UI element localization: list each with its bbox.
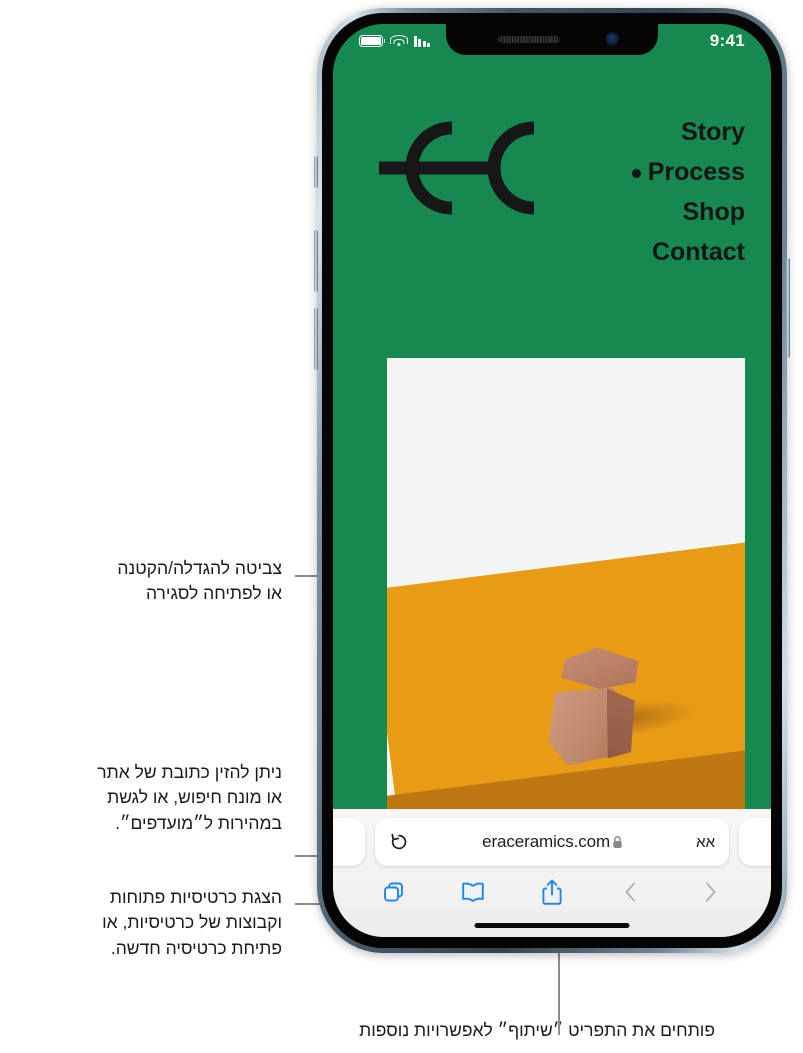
url-display[interactable]: eraceramics.com <box>409 832 696 852</box>
clay-block <box>545 647 645 766</box>
volume-up-button[interactable] <box>314 230 318 292</box>
nav-label-process: Process <box>647 158 745 186</box>
wifi-icon <box>389 34 408 48</box>
iphone-device: Story Process Shop Contact 9:41 eraceram… <box>314 8 790 953</box>
device-bezel: Story Process Shop Contact 9:41 eraceram… <box>322 13 782 948</box>
reload-icon[interactable] <box>389 832 409 852</box>
callout-share-button: פותחים את התפריט ״שיתוף״ לאפשרויות נוספו… <box>359 1020 715 1040</box>
safari-bottom-chrome: eraceramics.com אא <box>333 809 771 937</box>
safari-tab-strip: eraceramics.com אא <box>333 818 771 866</box>
tabs-button[interactable] <box>379 877 409 907</box>
nav-label-shop: Shop <box>682 198 746 226</box>
nav-item-process[interactable]: Process <box>631 152 745 192</box>
callout-address-field: ניתן להזין כתובת של אתר או מונח חיפוש, א… <box>97 762 282 833</box>
status-bar-clock: 9:41 <box>709 31 745 50</box>
battery-icon <box>359 35 386 47</box>
volume-down-button[interactable] <box>314 308 318 370</box>
chevron-right-icon <box>705 882 716 902</box>
nav-label-story: Story <box>681 118 745 146</box>
share-icon <box>542 879 562 905</box>
forward-button[interactable] <box>695 877 725 907</box>
nav-item-story[interactable]: Story <box>632 112 745 152</box>
front-camera-icon <box>605 32 620 47</box>
address-bar[interactable]: eraceramics.com אא <box>375 818 729 866</box>
site-header: Story Process Shop Contact <box>333 80 771 266</box>
lock-icon <box>612 835 623 849</box>
tabs-icon <box>384 882 404 902</box>
bookmarks-button[interactable] <box>458 877 488 907</box>
url-text: eraceramics.com <box>482 832 611 851</box>
silence-switch[interactable] <box>314 156 318 188</box>
site-navigation: Story Process Shop Contact <box>631 112 746 272</box>
nav-label-contact: Contact <box>651 238 745 266</box>
device-screen: Story Process Shop Contact 9:41 eraceram… <box>333 24 771 937</box>
back-button[interactable] <box>616 877 646 907</box>
tab-card-previous[interactable] <box>333 818 365 866</box>
clay-face-right <box>606 688 635 759</box>
book-icon <box>462 882 484 903</box>
safari-toolbar <box>333 871 771 913</box>
nav-item-contact[interactable]: Contact <box>632 232 745 272</box>
clay-face-left <box>548 687 615 766</box>
power-button[interactable] <box>786 258 790 358</box>
nav-active-bullet-icon <box>631 168 641 178</box>
nav-item-shop[interactable]: Shop <box>632 192 746 232</box>
cellular-signal-icon <box>414 35 431 47</box>
eraceramics-logo-icon[interactable] <box>374 118 549 218</box>
webpage-content: Story Process Shop Contact <box>333 24 771 937</box>
earpiece-speaker-icon <box>498 36 560 43</box>
home-indicator[interactable] <box>474 923 630 928</box>
callout-tabs-button: הצגת כרטיסיות פתוחות וקבוצות של כרטיסיות… <box>102 887 282 958</box>
share-button[interactable] <box>537 877 567 907</box>
chevron-left-icon <box>625 882 635 902</box>
callout-pinch-to-zoom: צביטה להגדלה/הקטנה או לפתיחה לסגירה <box>117 558 282 604</box>
tab-card-next[interactable] <box>739 818 771 866</box>
device-notch <box>446 24 658 55</box>
text-size-button[interactable]: אא <box>696 834 715 851</box>
